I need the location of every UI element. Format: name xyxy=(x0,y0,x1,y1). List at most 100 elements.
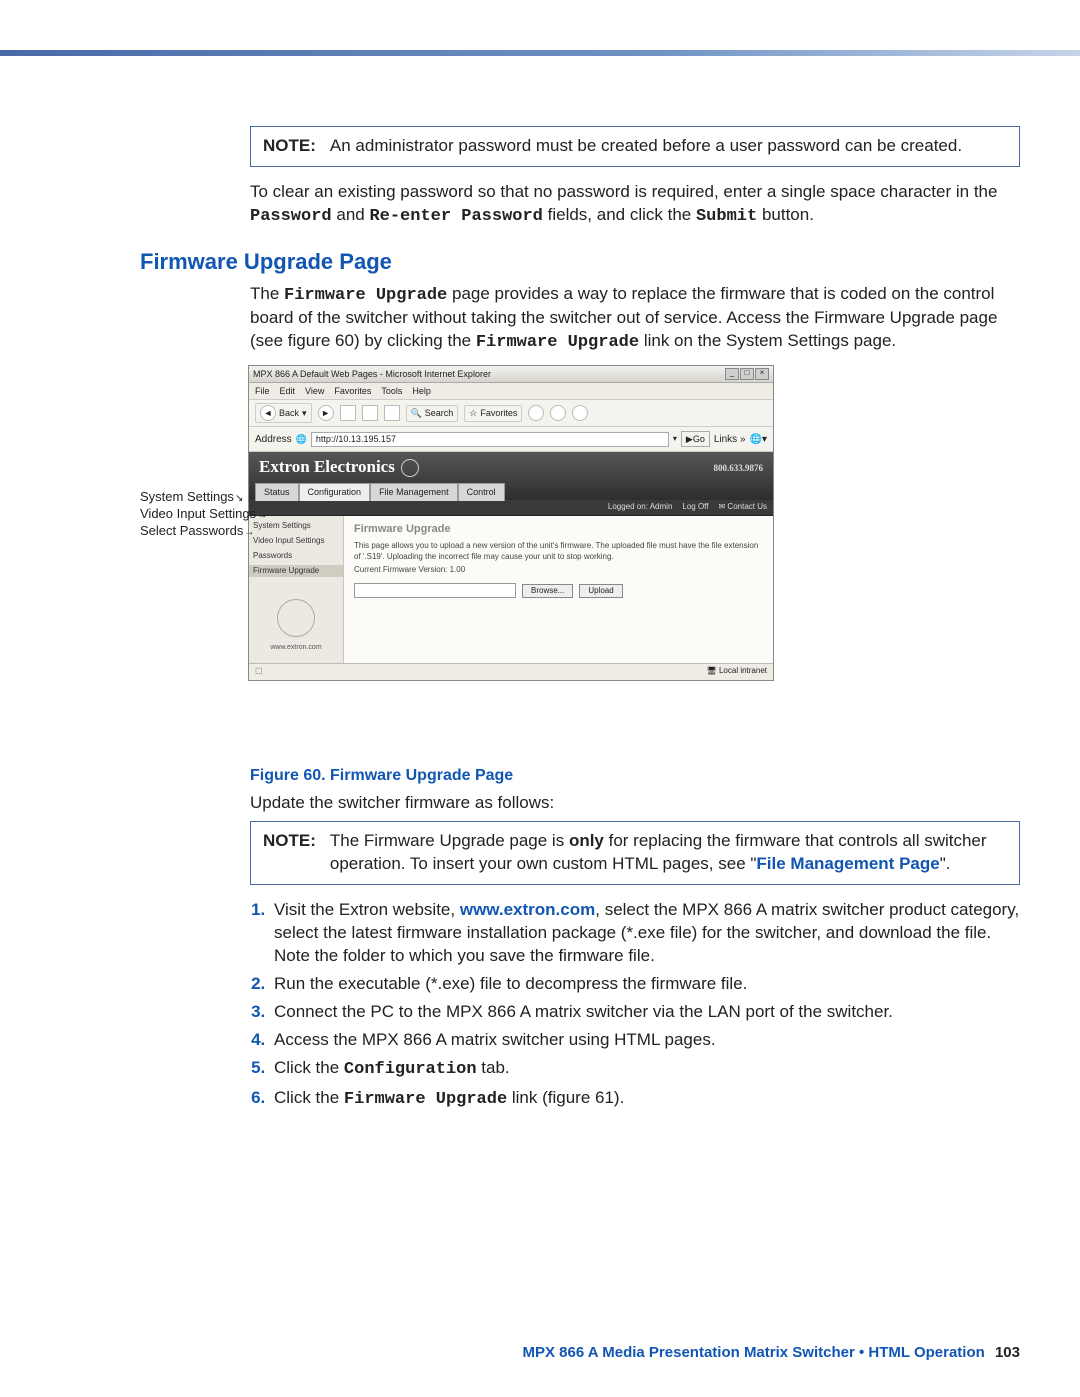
menu-edit[interactable]: Edit xyxy=(280,385,296,397)
menu-view[interactable]: View xyxy=(305,385,324,397)
text: To clear an existing password so that no… xyxy=(250,182,997,201)
search-button[interactable]: 🔍 Search xyxy=(406,405,459,421)
figure-caption: Figure 60. Firmware Upgrade Page xyxy=(250,765,1020,787)
text: Click the xyxy=(274,1088,344,1107)
pane-heading: Firmware Upgrade xyxy=(354,522,763,537)
sub-strip: Logged on: Admin Log Off ✉ Contact Us xyxy=(249,500,773,516)
address-value: http://10.13.195.157 xyxy=(316,433,396,445)
logged-on-label: Logged on: Admin xyxy=(608,502,673,513)
tab-status[interactable]: Status xyxy=(255,483,299,500)
mono-text: Firmware Upgrade xyxy=(476,333,639,352)
links-label[interactable]: Links » xyxy=(714,433,746,447)
footer-page-number: 103 xyxy=(995,1344,1020,1361)
status-bar: ⬚ 🖥 Local intranet xyxy=(249,663,773,680)
mail-icon[interactable] xyxy=(550,405,566,421)
zone-label: Local intranet xyxy=(719,666,767,675)
maximize-icon[interactable]: □ xyxy=(740,368,754,380)
tab-control[interactable]: Control xyxy=(458,483,505,500)
step-1: Visit the Extron website, www.extron.com… xyxy=(270,899,1020,968)
reenter-field-name: Re-enter Password xyxy=(369,207,542,226)
ie-window: MPX 866 A Default Web Pages - Microsoft … xyxy=(248,365,774,681)
go-button[interactable]: ▶ Go xyxy=(681,431,710,447)
step-3: Connect the PC to the MPX 866 A matrix s… xyxy=(270,1001,1020,1024)
mono-text: Configuration xyxy=(344,1060,477,1079)
text: The Firmware Upgrade page is xyxy=(330,831,569,850)
text: link (figure 61). xyxy=(507,1088,624,1107)
steps-list: Visit the Extron website, www.extron.com… xyxy=(250,899,1020,1112)
page-body: System Settings Video Input Settings Pas… xyxy=(249,516,773,663)
menu-favorites[interactable]: Favorites xyxy=(334,385,371,397)
callout-system-settings: System Settings xyxy=(140,489,242,506)
phone-number: 800.633.9876 xyxy=(714,462,764,474)
note-box-admin-password: NOTE: An administrator password must be … xyxy=(250,126,1020,167)
status-left: ⬚ xyxy=(255,666,263,677)
forward-icon[interactable]: ► xyxy=(318,405,334,421)
menu-help[interactable]: Help xyxy=(412,385,431,397)
sidebar-item-firmware-upgrade[interactable]: Firmware Upgrade xyxy=(249,565,343,578)
step-6: Click the Firmware Upgrade link (figure … xyxy=(270,1087,1020,1112)
status-zone: 🖥 Local intranet xyxy=(707,666,767,677)
home-icon[interactable] xyxy=(384,405,400,421)
file-path-input[interactable] xyxy=(354,583,516,598)
section-heading-firmware-upgrade: Firmware Upgrade Page xyxy=(140,247,1020,277)
menu-bar: File Edit View Favorites Tools Help xyxy=(249,383,773,400)
extron-website-link[interactable]: www.extron.com xyxy=(460,900,595,919)
back-button[interactable]: ◄Back ▾ xyxy=(255,403,312,423)
sidebar-item-passwords[interactable]: Passwords xyxy=(249,550,343,563)
tab-file-management[interactable]: File Management xyxy=(370,483,458,500)
minimize-icon[interactable]: _ xyxy=(725,368,739,380)
log-off-link[interactable]: Log Off xyxy=(682,502,708,513)
mono-text: Firmware Upgrade xyxy=(344,1090,507,1109)
back-icon: ◄ xyxy=(260,405,276,421)
sidebar-url: www.extron.com xyxy=(270,643,321,652)
note-label: NOTE: xyxy=(263,135,316,158)
history-icon[interactable] xyxy=(528,405,544,421)
submit-button-name: Submit xyxy=(696,207,757,226)
page-footer: MPX 866 A Media Presentation Matrix Swit… xyxy=(522,1343,1020,1363)
callout-labels: System Settings Video Input Settings Sel… xyxy=(140,365,242,540)
stop-icon[interactable] xyxy=(340,405,356,421)
screenshot-figure: System Settings Video Input Settings Sel… xyxy=(140,365,1020,681)
address-label: Address xyxy=(255,433,292,447)
brand-header: Extron Electronics 800.633.9876 Status C… xyxy=(249,452,773,500)
print-icon[interactable] xyxy=(572,405,588,421)
brand-text: Extron Electronics xyxy=(259,456,395,479)
contact-label: Contact Us xyxy=(727,502,767,511)
pane-description: This page allows you to upload a new ver… xyxy=(354,541,763,563)
search-label: Search xyxy=(425,407,454,419)
firmware-intro-paragraph: The Firmware Upgrade page provides a way… xyxy=(250,283,1020,356)
footer-title: MPX 866 A Media Presentation Matrix Swit… xyxy=(522,1344,984,1361)
text: tab. xyxy=(477,1058,510,1077)
note-body: The Firmware Upgrade page is only for re… xyxy=(330,830,1007,876)
refresh-icon[interactable] xyxy=(362,405,378,421)
menu-file[interactable]: File xyxy=(255,385,270,397)
step-5: Click the Configuration tab. xyxy=(270,1057,1020,1082)
update-instruction: Update the switcher firmware as follows: xyxy=(250,792,1020,815)
file-management-page-link[interactable]: File Management Page xyxy=(756,854,939,873)
browse-button[interactable]: Browse... xyxy=(522,584,573,599)
text: The xyxy=(250,284,284,303)
browser-toolbar: ◄Back ▾ ► 🔍 Search ☆ Favorites xyxy=(249,400,773,427)
upload-button[interactable]: Upload xyxy=(579,584,622,599)
top-accent-bar xyxy=(0,50,1080,56)
tab-configuration[interactable]: Configuration xyxy=(299,483,371,500)
clear-password-paragraph: To clear an existing password so that no… xyxy=(250,181,1020,229)
note-box-only-firmware: NOTE: The Firmware Upgrade page is only … xyxy=(250,821,1020,885)
menu-tools[interactable]: Tools xyxy=(381,385,402,397)
callout-video-input: Video Input Settings xyxy=(140,506,242,523)
close-icon[interactable]: × xyxy=(755,368,769,380)
ie-logo-icon: 🌐▾ xyxy=(750,433,767,447)
address-input[interactable]: http://10.13.195.157 xyxy=(311,432,669,447)
favorites-button[interactable]: ☆ Favorites xyxy=(464,405,522,421)
sidebar-item-system-settings[interactable]: System Settings xyxy=(249,520,343,533)
text: fields, and click the xyxy=(548,205,696,224)
brand-logo-icon xyxy=(401,459,419,477)
bold-only: only xyxy=(569,831,604,850)
back-label: Back xyxy=(279,407,299,419)
contact-us-link[interactable]: ✉ Contact Us xyxy=(718,502,767,513)
note-label: NOTE: xyxy=(263,830,316,876)
sidebar: System Settings Video Input Settings Pas… xyxy=(249,516,344,663)
step-2: Run the executable (*.exe) file to decom… xyxy=(270,973,1020,996)
callout-select-passwords: Select Passwords xyxy=(140,523,242,540)
sidebar-item-video-input[interactable]: Video Input Settings xyxy=(249,535,343,548)
